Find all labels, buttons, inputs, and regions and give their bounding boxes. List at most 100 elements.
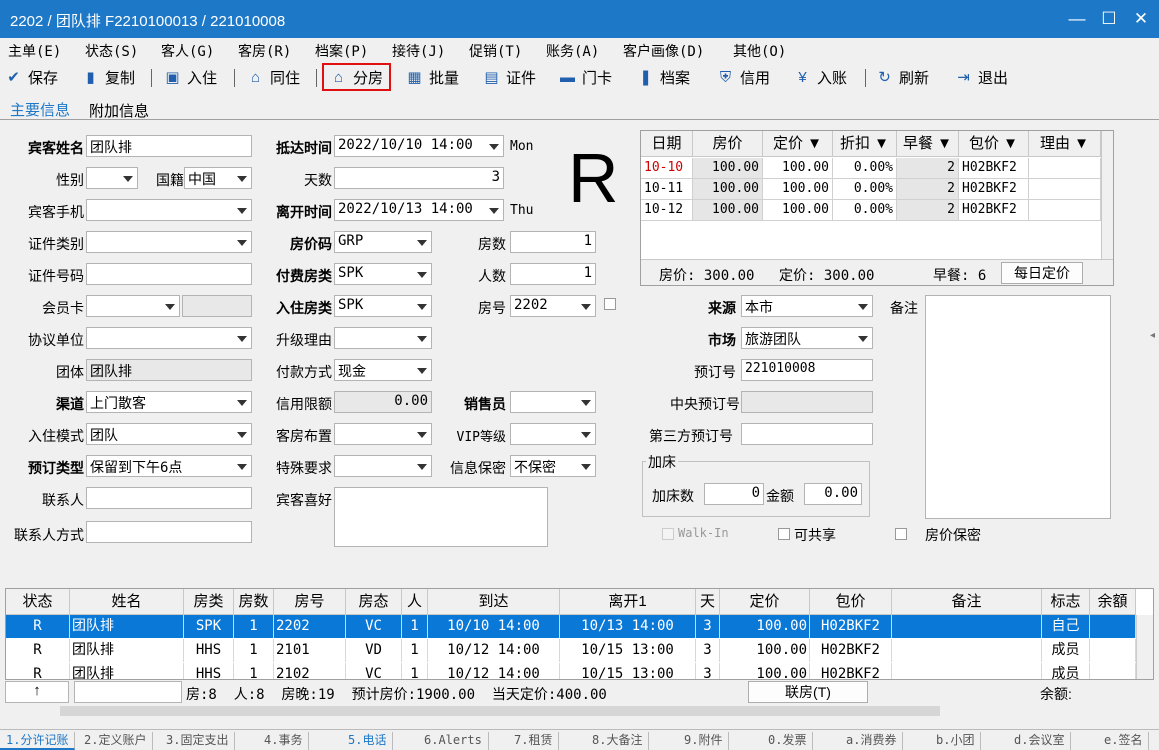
maximize-button[interactable]: ☐ [1094,6,1124,32]
list-col-room-status[interactable]: 房态 [346,589,402,615]
close-button[interactable]: ✕ [1126,6,1156,32]
nationality-select[interactable]: 中国 [184,167,252,189]
table-cell[interactable]: H02BKF2 [810,639,892,662]
remark-textarea[interactable] [925,295,1111,519]
menu-archive[interactable]: 档案(P) [315,41,368,61]
table-cell[interactable] [1090,663,1136,679]
bottom-tab-1[interactable]: 1.分许记账 [0,732,76,750]
table-cell[interactable]: 10/13 14:00 [560,615,696,638]
table-cell[interactable]: 10/15 13:00 [560,639,696,662]
list-col-rooms[interactable]: 房数 [234,589,274,615]
table-cell[interactable]: 2202 [274,615,346,638]
table-cell[interactable]: 成员 [1042,639,1090,662]
post-button[interactable]: ¥ 入账 [794,64,847,90]
rate-grid-scrollbar[interactable] [1101,131,1113,259]
footer-filter-input[interactable] [74,681,182,703]
table-cell[interactable]: HHS [184,639,234,662]
table-cell[interactable]: 1 [402,615,428,638]
table-cell[interactable]: R [6,663,70,679]
bottom-tab-6[interactable]: 6.Alerts [418,732,489,750]
room-no-checkbox[interactable] [604,298,616,310]
days-input[interactable]: 3 [334,167,504,189]
gender-select[interactable] [86,167,138,189]
list-col-remark[interactable]: 备注 [892,589,1042,615]
list-col-name[interactable]: 姓名 [70,589,184,615]
walkin-checkbox[interactable] [662,528,674,540]
rate-col-breakfast[interactable]: 早餐 ▼ [897,131,959,157]
table-cell[interactable]: 10/10 14:00 [428,615,560,638]
table-cell[interactable]: 3 [696,615,720,638]
checkin-button[interactable]: ▣ 入住 [164,64,217,90]
payment-select[interactable]: 现金 [334,359,432,381]
rate-cell[interactable]: 2 [897,179,959,200]
table-cell[interactable]: 100.00 [720,615,810,638]
vip-select[interactable] [510,423,596,445]
rate-cell[interactable]: 2 [897,200,959,221]
bottom-tab-8[interactable]: 8.大备注 [586,732,650,750]
id-type-select[interactable] [86,231,252,253]
contact-method-input[interactable] [86,521,252,543]
menu-guest[interactable]: 客人(G) [161,41,214,61]
id-card-button[interactable]: ▤ 证件 [483,64,536,90]
guest-name-input[interactable]: 团队排 [86,135,252,157]
list-col-package[interactable]: 包价 [810,589,892,615]
copy-button[interactable]: ▮ 复制 [82,64,135,90]
table-cell[interactable] [1090,639,1136,662]
list-scrollbar[interactable] [1136,615,1153,679]
persons-input[interactable]: 1 [510,263,596,285]
agreement-select[interactable] [86,327,252,349]
table-cell[interactable]: 100.00 [720,663,810,679]
rate-cell[interactable]: 10-11 [641,179,693,200]
table-cell[interactable]: H02BKF2 [810,663,892,679]
rate-cell[interactable] [1029,200,1101,221]
rate-cell[interactable]: 100.00 [763,200,833,221]
reserve-type-select[interactable]: 保留到下午6点 [86,455,252,477]
pay-room-type-select[interactable]: SPK [334,263,432,285]
source-select[interactable]: 本市 [741,295,873,317]
table-cell[interactable]: 自己 [1042,615,1090,638]
departure-select[interactable]: 2022/10/13 14:00 [334,199,504,221]
arrival-select[interactable]: 2022/10/10 14:00 [334,135,504,157]
table-cell[interactable]: 团队排 [70,639,184,662]
table-cell[interactable]: 1 [234,639,274,662]
extra-bed-input[interactable]: 0 [704,483,764,505]
rate-cell[interactable]: 100.00 [693,179,763,200]
menu-main[interactable]: 主单(E) [8,41,61,61]
list-col-room-no[interactable]: 房号 [274,589,346,615]
table-cell[interactable]: 100.00 [720,639,810,662]
rate-cell[interactable]: H02BKF2 [959,179,1029,200]
table-cell[interactable]: VD [346,639,402,662]
table-cell[interactable]: 成员 [1042,663,1090,679]
sales-select[interactable] [510,391,596,413]
table-cell[interactable]: VC [346,615,402,638]
rooms-input[interactable]: 1 [510,231,596,253]
door-card-button[interactable]: ▬ 门卡 [559,64,612,90]
table-cell[interactable]: 2101 [274,639,346,662]
list-col-departure[interactable]: 离开1 [560,589,696,615]
table-cell[interactable]: 3 [696,663,720,679]
rate-col-reason[interactable]: 理由 ▼ [1029,131,1101,157]
rate-cell[interactable]: 10-12 [641,200,693,221]
table-cell[interactable] [892,663,1042,679]
list-col-arrival[interactable]: 到达 [428,589,560,615]
amount-input[interactable]: 0.00 [804,483,862,505]
list-col-balance[interactable]: 余額 [1090,589,1136,615]
member-card-select[interactable] [86,295,180,317]
rate-col-price[interactable]: 房价 [693,131,763,157]
list-col-days[interactable]: 天 [696,589,720,615]
bottom-tab-4[interactable]: 4.事务 [258,732,310,750]
table-cell[interactable]: VC [346,663,402,679]
rate-cell[interactable]: 10-10 [641,158,693,179]
privacy-select[interactable]: 不保密 [510,455,596,477]
list-col-room-type[interactable]: 房类 [184,589,234,615]
bottom-tab-3[interactable]: 3.固定支出 [160,732,236,750]
rate-secret-checkbox[interactable] [895,528,907,540]
table-cell[interactable]: 1 [234,663,274,679]
checkin-mode-select[interactable]: 团队 [86,423,252,445]
checkin-room-type-select[interactable]: SPK [334,295,432,317]
credit-button[interactable]: ⛨ 信用 [717,64,770,90]
rate-cell[interactable]: 2 [897,158,959,179]
rate-cell[interactable]: 0.00% [833,200,897,221]
booking-no-input[interactable]: 221010008 [741,359,873,381]
assign-room-button[interactable]: ⌂ 分房 [322,63,392,91]
